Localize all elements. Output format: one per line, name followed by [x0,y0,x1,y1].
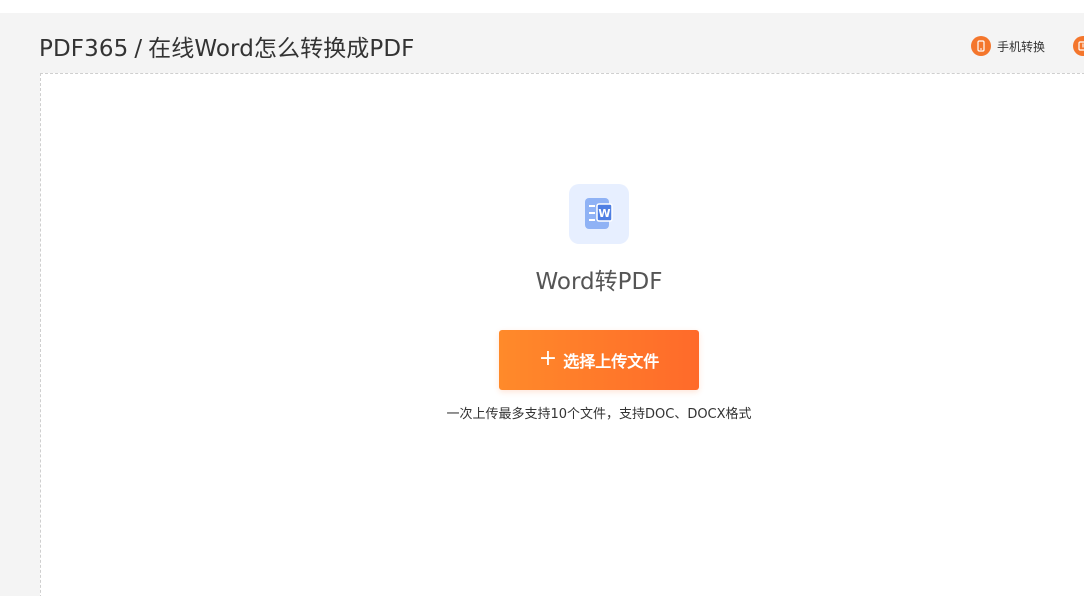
upload-hint: 一次上传最多支持10个文件，支持DOC、DOCX格式 [446,407,752,422]
upload-button-label: 选择上传文件 [563,352,660,371]
upload-file-button[interactable]: + 选择上传文件 [499,330,699,390]
top-strip [0,0,1084,13]
mobile-phone-icon [971,36,991,56]
page: PDF365/在线Word怎么转换成PDF 手机转换 W Word转PDF + [0,0,1084,596]
mobile-convert-label: 手机转换 [997,39,1046,54]
page-heading: 在线Word怎么转换成PDF [148,36,415,62]
brand-link[interactable]: PDF365 [39,36,128,62]
plus-icon: + [538,345,558,371]
tool-name: Word转PDF [535,269,663,295]
word-icon-letter: W [598,207,610,220]
page-title: PDF365/在线Word怎么转换成PDF [39,29,415,63]
breadcrumb-separator: / [134,36,143,62]
desktop-download-icon[interactable] [1073,36,1084,56]
word-document-icon: W [569,184,629,244]
mobile-convert-link[interactable]: 手机转换 [971,36,1045,56]
